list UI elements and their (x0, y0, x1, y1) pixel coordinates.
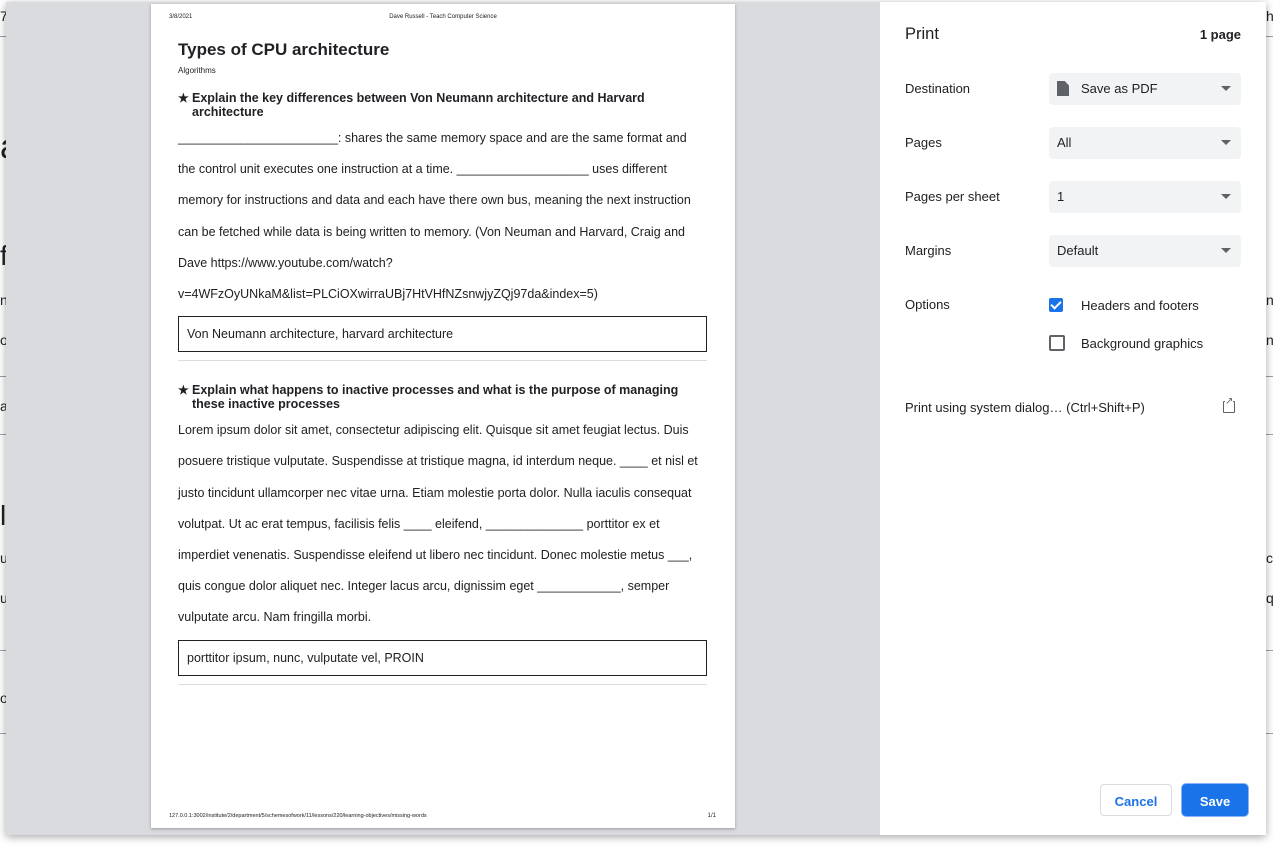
star-icon: ★ (178, 383, 189, 398)
print-title: Print (905, 25, 939, 43)
print-settings-panel: Print 1 page Destination Pages Pages per… (880, 2, 1266, 835)
question-text: Lorem ipsum dolor sit amet, consectetur … (178, 423, 698, 625)
margins-value: Default (1057, 243, 1099, 258)
preview-page: 3/8/2021 Dave Russell - Teach Computer S… (151, 4, 735, 828)
answer-box: porttitor ipsum, nunc, vulputate vel, PR… (178, 639, 707, 676)
document-title: Types of CPU architecture (178, 40, 390, 59)
pages-per-sheet-label: Pages per sheet (905, 189, 1000, 204)
answer-box: Von Neumann architecture, harvard archit… (178, 316, 707, 353)
page-footer-number: 1/1 (707, 813, 716, 819)
page-header-title: Dave Russell - Teach Computer Science (389, 14, 497, 20)
cancel-button[interactable]: Cancel (1100, 784, 1172, 816)
background-graphics-label[interactable]: Background graphics (1081, 336, 1203, 351)
bg-divider (1266, 376, 1273, 377)
margins-label: Margins (905, 243, 952, 258)
bg-fragment: c (1266, 550, 1273, 566)
question-title: ★ Explain the key differences between Vo… (178, 91, 707, 119)
system-dialog-link[interactable]: Print using system dialog… (Ctrl+Shift+P… (905, 400, 1145, 415)
pages-per-sheet-value: 1 (1057, 189, 1065, 204)
headers-footers-checkbox[interactable] (1049, 298, 1063, 312)
star-icon: ★ (178, 91, 189, 105)
pages-value: All (1057, 135, 1072, 150)
bg-divider (1266, 36, 1273, 37)
document-subtitle: Algorithms (178, 66, 216, 75)
bg-divider (1266, 733, 1273, 734)
bg-divider (1266, 434, 1273, 435)
bg-fragment: nc (1266, 292, 1273, 308)
open-in-new-icon[interactable] (1223, 397, 1235, 413)
question-text: _______________________: shares the same… (178, 131, 691, 302)
bg-fragment: n (1266, 332, 1273, 348)
document-content: Types of CPU architecture Algorithms ★ E… (178, 40, 707, 685)
question-title: ★ Explain what happens to inactive proce… (178, 383, 707, 411)
question-block: ★ Explain the key differences between Vo… (178, 91, 707, 362)
pages-select[interactable]: All (1049, 127, 1241, 159)
question-title-text: Explain what happens to inactive process… (192, 383, 679, 412)
bg-divider (1266, 650, 1273, 651)
chevron-down-icon (1221, 86, 1231, 91)
question-title-text: Explain the key differences between Von … (192, 91, 645, 119)
page-footer-url: 127.0.0.1:3002/institute/2/department/5/… (169, 813, 427, 819)
pdf-file-icon (1057, 81, 1069, 96)
destination-label: Destination (905, 81, 971, 96)
pages-per-sheet-select[interactable]: 1 (1049, 181, 1241, 213)
chevron-down-icon (1221, 248, 1231, 253)
pages-label: Pages (905, 135, 942, 150)
bg-fragment: q (1266, 590, 1273, 606)
headers-footers-label[interactable]: Headers and footers (1081, 298, 1199, 313)
bg-fragment: h (1266, 8, 1273, 24)
background-graphics-checkbox[interactable] (1049, 335, 1065, 351)
print-dialog: 3/8/2021 Dave Russell - Teach Computer S… (6, 2, 1266, 835)
page-count: 1 page (1199, 27, 1241, 42)
chevron-down-icon (1221, 194, 1231, 199)
save-button[interactable]: Save (1182, 784, 1248, 816)
question-block: ★ Explain what happens to inactive proce… (178, 383, 707, 685)
destination-value: Save as PDF (1081, 81, 1158, 96)
margins-select[interactable]: Default (1049, 235, 1241, 267)
print-preview-pane[interactable]: 3/8/2021 Dave Russell - Teach Computer S… (6, 2, 880, 835)
destination-select[interactable]: Save as PDF (1049, 73, 1241, 105)
options-label: Options (905, 297, 950, 312)
chevron-down-icon (1221, 140, 1231, 145)
